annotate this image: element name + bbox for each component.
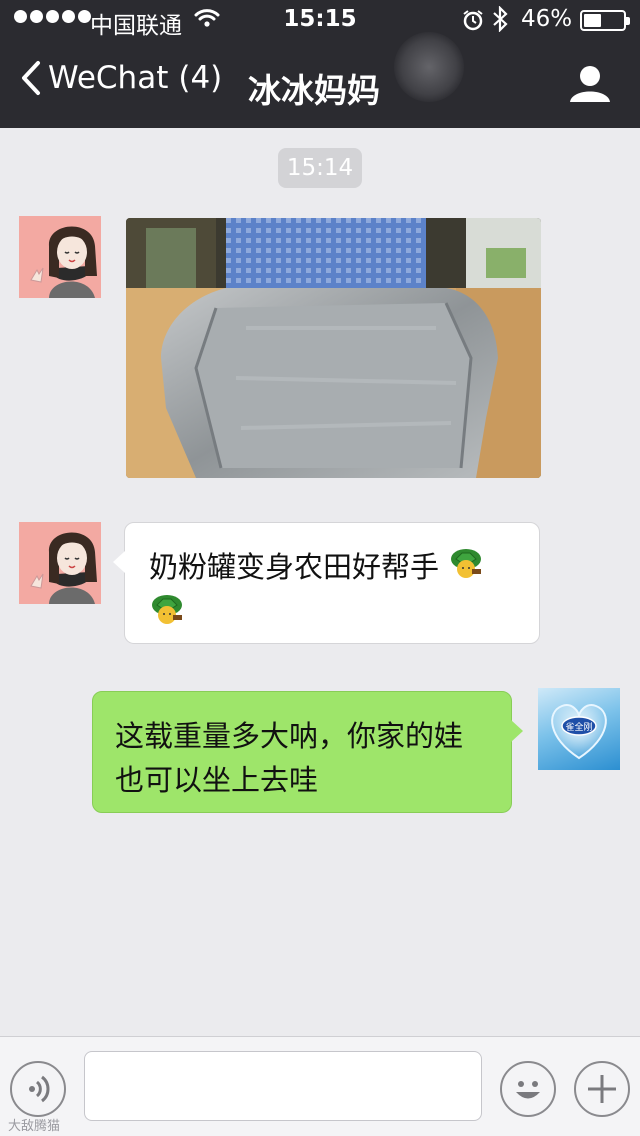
watermark-text: 大敌腾猫 — [8, 1119, 61, 1134]
sent-message-bubble[interactable]: 这载重量多大呐，你家的娃也可以坐上去哇 — [92, 691, 523, 813]
profile-icon — [570, 66, 610, 102]
back-button[interactable]: WeChat (4) — [20, 60, 222, 96]
image-message[interactable] — [126, 218, 541, 478]
turtle-emoji-icon — [149, 593, 185, 637]
chat-title: 冰冰妈妈 — [248, 71, 380, 110]
turtle-emoji-icon — [448, 547, 484, 591]
plus-icon — [588, 1075, 616, 1103]
chevron-left-icon — [22, 61, 40, 95]
battery-fill — [584, 14, 601, 27]
profile-button[interactable] — [566, 64, 614, 108]
unread-count: (4) — [178, 60, 223, 96]
received-message-bubble[interactable]: 奶粉罐变身农田好帮手 — [113, 522, 540, 644]
contact-avatar[interactable] — [19, 522, 101, 604]
touch-indicator — [394, 32, 464, 102]
status-bar: 中国联通 15:15 46% — [0, 0, 640, 40]
message-text: 奶粉罐变身农田好帮手 — [149, 550, 440, 584]
wechat-screen: 中国联通 15:15 46% WeChat (4) 冰冰妈妈 15:14 奶粉罐… — [0, 0, 640, 1136]
message-input[interactable] — [84, 1051, 482, 1121]
battery-percent: 46% — [521, 6, 573, 32]
contact-avatar[interactable] — [19, 216, 101, 298]
bluetooth-icon — [492, 5, 508, 38]
voice-icon — [29, 1075, 50, 1103]
brand-logo-text: 雀全刚 — [565, 721, 592, 733]
nav-bar: WeChat (4) 冰冰妈妈 — [0, 32, 640, 128]
voice-button[interactable] — [10, 1061, 66, 1117]
message-text: 这载重量多大呐，你家的娃也可以坐上去哇 — [115, 719, 464, 797]
battery-icon — [580, 10, 630, 31]
alarm-icon — [462, 9, 484, 37]
timestamp-label: 15:14 — [278, 148, 362, 188]
back-label: WeChat — [48, 60, 169, 96]
emoji-button[interactable] — [500, 1061, 556, 1117]
input-bar: 大敌腾猫 — [0, 1036, 640, 1136]
top-bar: 中国联通 15:15 46% WeChat (4) 冰冰妈妈 — [0, 0, 640, 128]
emoji-icon — [516, 1081, 540, 1099]
my-avatar[interactable]: 雀全刚 — [538, 688, 620, 770]
message-list[interactable]: 15:14 奶粉罐变身农田好帮手 这载重量多大呐，你家的娃也可以坐上去哇 雀全刚 — [0, 128, 640, 1036]
plus-button[interactable] — [574, 1061, 630, 1117]
